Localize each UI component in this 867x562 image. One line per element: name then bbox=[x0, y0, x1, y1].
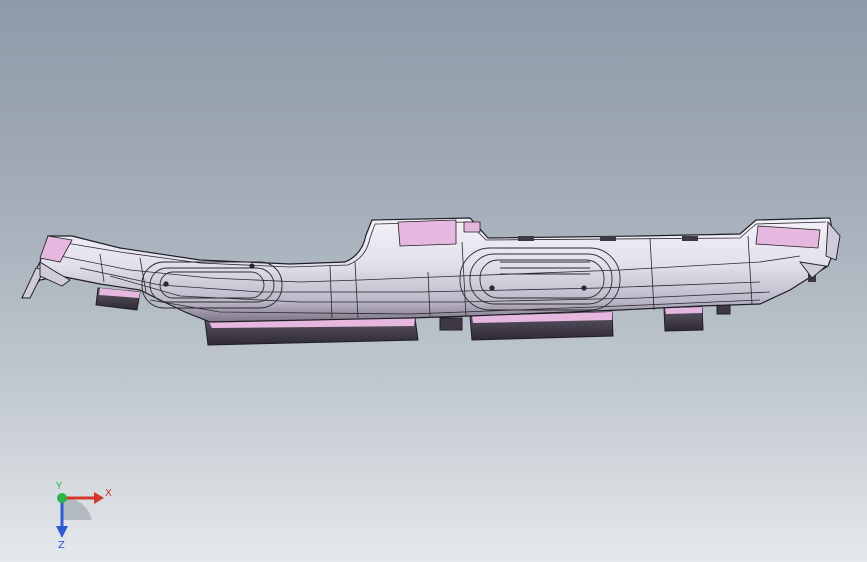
z-axis-label: Z bbox=[58, 540, 65, 550]
x-axis-label: X bbox=[105, 488, 112, 499]
dashboard-part-model[interactable] bbox=[0, 0, 867, 562]
y-axis-label: Y bbox=[55, 481, 63, 492]
triad-shadow bbox=[62, 497, 92, 520]
3d-viewport[interactable]: X Y Z bbox=[0, 0, 867, 562]
y-axis-marker bbox=[57, 493, 67, 503]
coordinate-triad: X Y Z bbox=[55, 481, 112, 550]
